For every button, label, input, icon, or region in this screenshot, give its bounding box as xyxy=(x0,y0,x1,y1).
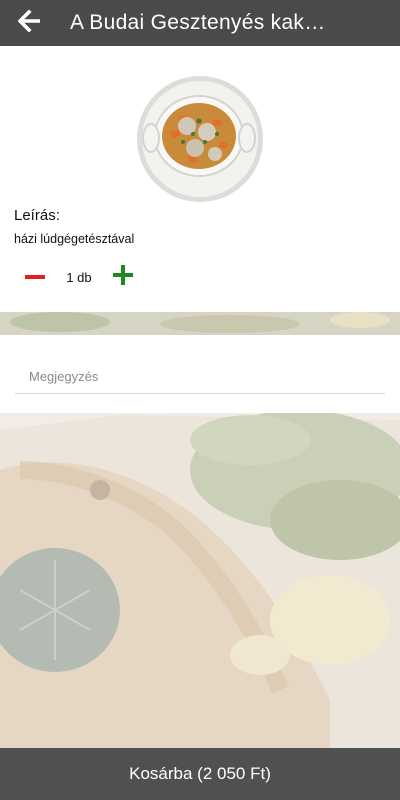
description-label: Leírás: xyxy=(14,207,60,224)
plus-icon xyxy=(113,264,133,290)
soup-bowl-image xyxy=(137,76,263,202)
back-button[interactable] xyxy=(0,0,58,46)
top-app-bar: A Budai Gesztenyés kak… xyxy=(0,0,400,46)
quantity-stepper: 1 db xyxy=(14,262,144,292)
add-to-cart-button[interactable]: Kosárba (2 050 Ft) xyxy=(0,748,400,800)
note-input[interactable] xyxy=(15,360,385,394)
page-title: A Budai Gesztenyés kak… xyxy=(70,11,326,34)
note-section xyxy=(0,335,400,413)
quantity-value: 1 db xyxy=(66,269,92,285)
increase-quantity-button[interactable] xyxy=(102,262,144,292)
arrow-left-icon xyxy=(17,8,41,37)
product-card: Leírás: házi lúdgégetésztával 1 db xyxy=(0,46,400,312)
decrease-quantity-button[interactable] xyxy=(14,262,56,292)
minus-icon xyxy=(25,268,45,286)
add-to-cart-label: Kosárba (2 050 Ft) xyxy=(129,764,271,783)
description-text: házi lúdgégetésztával xyxy=(14,232,135,246)
